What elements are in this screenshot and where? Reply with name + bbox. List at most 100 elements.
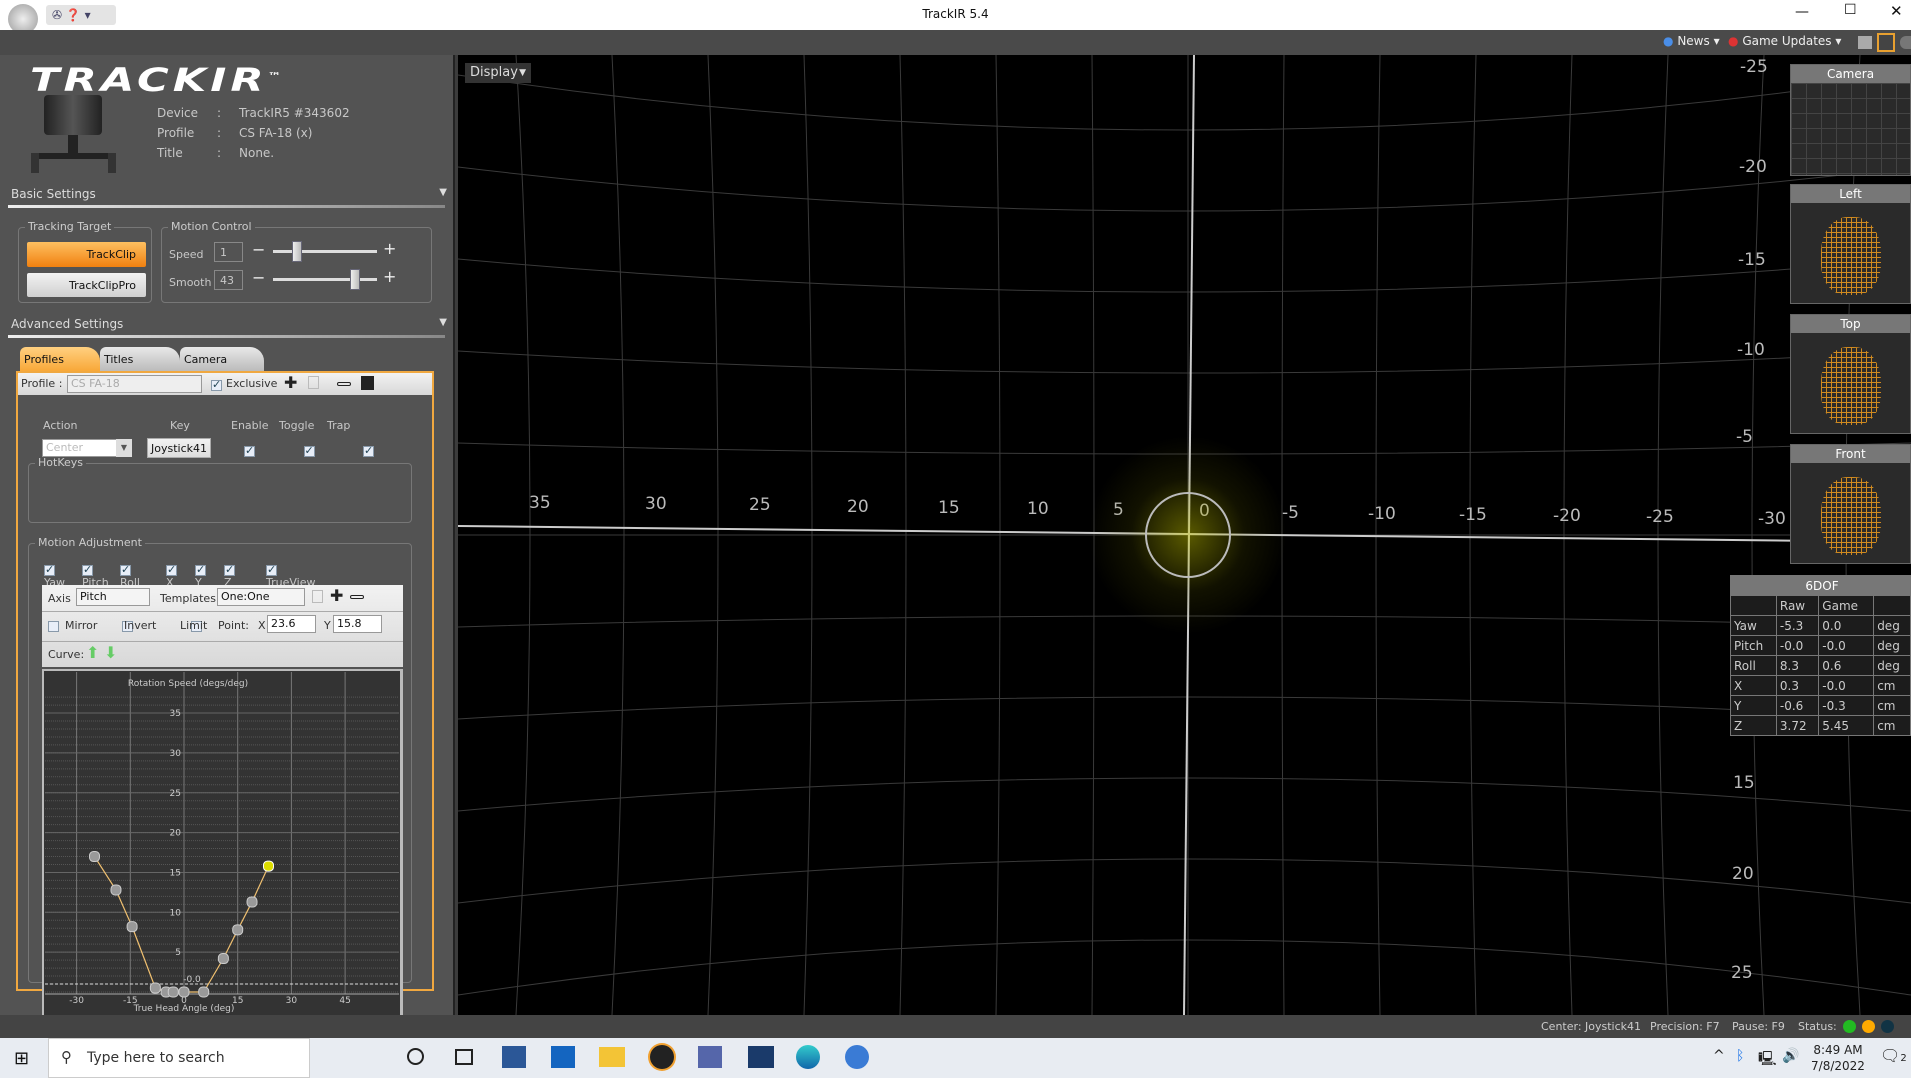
- notifications-button[interactable]: 🗨2: [1880, 1046, 1907, 1065]
- app-icon[interactable]: [698, 1046, 722, 1068]
- toggle-header: Toggle: [279, 419, 315, 432]
- view-left[interactable]: Left: [1790, 184, 1911, 304]
- speed-increase-button[interactable]: +: [383, 239, 396, 258]
- table-row: Y -0.6 -0.3 cm: [1730, 695, 1911, 716]
- copy-template-icon[interactable]: [312, 590, 323, 603]
- col-header: Raw: [1775, 595, 1820, 616]
- tab-profiles[interactable]: Profiles: [20, 347, 100, 371]
- network-icon[interactable]: 🖳: [1758, 1048, 1777, 1072]
- copy-profile-icon[interactable]: [308, 376, 319, 389]
- clock[interactable]: 8:49 AM 7/8/2022: [1808, 1042, 1868, 1074]
- task-view-icon[interactable]: [455, 1049, 473, 1065]
- axis-select[interactable]: Pitch: [76, 588, 150, 606]
- enable-checkbox[interactable]: [244, 444, 255, 457]
- cortana-icon[interactable]: [407, 1048, 424, 1065]
- axis-toolbar: Axis Pitch Templates One:One ✚ Mirror In…: [42, 585, 403, 667]
- basic-settings-header[interactable]: Basic Settings ▼: [11, 187, 447, 201]
- collapse-icon[interactable]: ▼: [439, 317, 447, 328]
- y-tick-label: 20: [170, 829, 182, 839]
- checkbox[interactable]: [166, 563, 177, 576]
- trackclip-button[interactable]: TrackClip: [27, 242, 146, 267]
- key-button[interactable]: Joystick41: [147, 438, 211, 458]
- volume-icon[interactable]: 🔊: [1782, 1048, 1799, 1064]
- edge-app-icon[interactable]: [796, 1045, 820, 1069]
- show-hidden-icons[interactable]: ^: [1713, 1048, 1725, 1064]
- response-curve-chart[interactable]: Rotation Speed (degs/deg)True Head Angle…: [42, 669, 403, 1025]
- minimize-button[interactable]: —: [1795, 4, 1809, 20]
- advanced-settings-header[interactable]: Advanced Settings ▼: [11, 317, 447, 331]
- maximize-button[interactable]: ☐: [1844, 2, 1857, 18]
- h-axis-label: 25: [749, 495, 771, 516]
- bluetooth-icon[interactable]: ᛒ: [1736, 1048, 1744, 1064]
- app-icon[interactable]: [845, 1045, 869, 1069]
- curve-down-icon[interactable]: ⬇: [104, 643, 117, 662]
- close-button[interactable]: ✕: [1890, 2, 1903, 20]
- view-front[interactable]: Front: [1790, 444, 1911, 564]
- action-dropdown-button[interactable]: ▼: [116, 439, 132, 457]
- mirror-checkbox[interactable]: [48, 620, 59, 632]
- slider-thumb[interactable]: [291, 241, 302, 262]
- explorer-app-icon[interactable]: [599, 1047, 625, 1067]
- display-viewport[interactable]: Display ▼ 35302520151050-5-10-15-20-25-3…: [458, 55, 1911, 1015]
- trackir-app-icon[interactable]: [650, 1045, 674, 1069]
- trap-checkbox[interactable]: [363, 444, 374, 457]
- trap-header: Trap: [327, 419, 351, 432]
- view-title: Front: [1791, 445, 1910, 463]
- trackclippro-button[interactable]: TrackClipPro: [27, 273, 146, 297]
- templates-select[interactable]: One:One: [217, 588, 305, 606]
- search-icon: ⚲: [61, 1048, 72, 1066]
- cell: -0.0: [1818, 635, 1875, 656]
- smooth-decrease-button[interactable]: −: [252, 268, 265, 287]
- taskbar-search[interactable]: ⚲ Type here to search: [48, 1038, 310, 1078]
- cell: Pitch: [1730, 635, 1777, 656]
- add-template-icon[interactable]: ✚: [330, 586, 343, 605]
- curve-point: [167, 986, 179, 998]
- display-dropdown[interactable]: Display ▼: [465, 63, 531, 83]
- game-updates-button[interactable]: ● Game Updates ▾: [1728, 34, 1841, 48]
- split-view-icon[interactable]: [1877, 33, 1895, 52]
- checkbox[interactable]: [82, 563, 93, 576]
- smooth-slider[interactable]: [273, 269, 377, 290]
- cell: 0.3: [1775, 675, 1820, 696]
- toggle-checkbox[interactable]: [303, 444, 315, 457]
- point-x-input[interactable]: 23.6: [267, 615, 316, 633]
- speed-slider[interactable]: [273, 241, 377, 262]
- curve-up-icon[interactable]: ⬆: [86, 643, 99, 662]
- view-camera[interactable]: Camera: [1790, 64, 1911, 176]
- tab-camera[interactable]: Camera: [180, 347, 264, 371]
- speed-decrease-button[interactable]: −: [252, 240, 265, 259]
- group-title: Motion Adjustment: [35, 536, 145, 549]
- smooth-increase-button[interactable]: +: [383, 267, 396, 286]
- x-tick-label: 30: [286, 996, 298, 1006]
- view-top[interactable]: Top: [1790, 314, 1911, 434]
- checkbox[interactable]: [224, 563, 235, 576]
- exclusive-checkbox[interactable]: [211, 378, 222, 391]
- point-y-input[interactable]: 15.8: [333, 615, 382, 633]
- curve-point: [149, 982, 161, 994]
- remove-profile-icon[interactable]: [337, 382, 351, 386]
- add-profile-icon[interactable]: ✚: [284, 373, 297, 392]
- collapse-icon[interactable]: ▼: [439, 187, 447, 198]
- checkbox[interactable]: [120, 563, 131, 576]
- checkbox[interactable]: [44, 563, 55, 576]
- list-view-icon[interactable]: [1858, 36, 1872, 49]
- remove-template-icon[interactable]: [350, 595, 364, 599]
- slider-thumb[interactable]: [350, 269, 361, 290]
- app-icon[interactable]: [748, 1046, 774, 1068]
- word-app-icon[interactable]: [502, 1046, 526, 1068]
- v-axis-label: -25: [1740, 57, 1768, 77]
- news-button[interactable]: ● News ▾: [1663, 34, 1720, 48]
- h-axis-label: -30: [1758, 508, 1786, 529]
- left-panel: TRACKIR™ Device: TrackIR5 #343602 Profile…: [0, 55, 455, 1025]
- key-header: Key: [170, 419, 190, 432]
- save-profile-icon[interactable]: [361, 376, 374, 390]
- checkbox[interactable]: [266, 563, 277, 576]
- checkbox[interactable]: [195, 563, 206, 576]
- tab-titles[interactable]: Titles: [100, 347, 180, 371]
- store-app-icon[interactable]: [551, 1046, 575, 1068]
- cell: -0.3: [1818, 695, 1875, 716]
- start-button[interactable]: ⊞: [14, 1048, 29, 1069]
- profile-select[interactable]: CS FA-18: [67, 375, 202, 393]
- group-title: HotKeys: [35, 456, 86, 469]
- camera-view-icon[interactable]: [1900, 36, 1911, 49]
